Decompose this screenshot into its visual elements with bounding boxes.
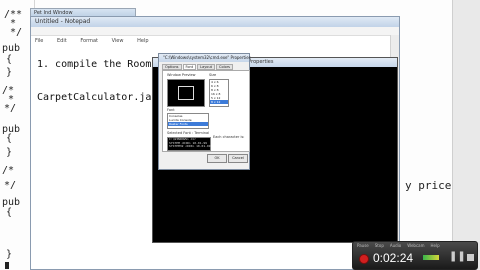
- cancel-button[interactable]: Cancel: [228, 154, 248, 163]
- font-option-selected[interactable]: Raster Fonts: [168, 122, 208, 126]
- pause-icon[interactable]: ❚❚: [449, 252, 466, 262]
- ok-button[interactable]: OK: [207, 154, 227, 163]
- recorder-menu: Pause Stop Audio Webcam Help: [353, 242, 480, 249]
- size-listbox[interactable]: 4 x 6 6 x 8 8 x 8 16 x 8 5 x 12 8 x 12: [209, 79, 229, 107]
- code-line: /*: [2, 165, 15, 176]
- code-line: }: [6, 147, 13, 158]
- size-label: Size: [209, 73, 217, 77]
- code-line: }: [6, 249, 13, 260]
- recorder-menu-item[interactable]: Stop: [375, 243, 384, 248]
- font-tab-panel: Window Preview Size 4 x 6 6 x 8 8 x 8 16…: [162, 70, 250, 152]
- selected-font-label: Selected Font : Terminal: [167, 131, 210, 135]
- code-line: {: [6, 133, 13, 144]
- recorder-menu-item[interactable]: Webcam: [407, 243, 424, 248]
- code-line: {: [6, 54, 13, 65]
- code-snippet-right: y price: [405, 179, 452, 192]
- stop-icon[interactable]: [467, 254, 474, 261]
- notepad-titlebar[interactable]: Untitled - Notepad: [31, 17, 399, 27]
- code-line: */: [10, 27, 23, 38]
- audio-level-meter: [423, 255, 439, 260]
- code-line: */: [4, 103, 17, 114]
- recorder-menu-item[interactable]: Audio: [390, 243, 401, 248]
- window-preview-label: Window Preview: [167, 73, 196, 77]
- character-size-note: Each character is:: [213, 135, 245, 139]
- notepad-menubar: File Edit Format View Help: [31, 27, 399, 44]
- window-preview: [167, 79, 205, 107]
- size-option-selected[interactable]: 8 x 12: [210, 100, 228, 104]
- recorder-menu-item[interactable]: Pause: [357, 243, 369, 248]
- code-line: pub: [2, 43, 21, 54]
- console-properties-dialog[interactable]: "C:\Windows\system32\cmd.exe" Properties…: [158, 53, 251, 170]
- text-cursor-icon: [5, 262, 9, 269]
- font-sample-preview: C:\WINDOWS> dir SYSTEM <DIR> 10-01-99 SY…: [167, 137, 211, 151]
- code-line: }: [6, 67, 13, 78]
- recorder-menu-item[interactable]: Help: [431, 243, 440, 248]
- notepad-title: Untitled - Notepad: [35, 18, 91, 25]
- font-listbox[interactable]: Consolas Lucida Console Raster Fonts: [167, 113, 209, 129]
- properties-titlebar[interactable]: "C:\Windows\system32\cmd.exe" Properties: [159, 54, 251, 62]
- recording-icon: [359, 254, 369, 264]
- properties-title: "C:\Windows\system32\cmd.exe" Properties: [163, 55, 251, 60]
- code-line: */: [4, 180, 17, 191]
- sample-line: SYSTEM32 <DIR> 10-01-99: [169, 144, 211, 148]
- font-label: Font: [167, 108, 175, 112]
- screen-recorder-bar: Pause Stop Audio Webcam Help 0:02:24 ❚❚: [352, 241, 478, 270]
- right-editor-strip: [452, 0, 480, 270]
- code-line: {: [6, 207, 13, 218]
- recording-time: 0:02:24: [373, 251, 414, 265]
